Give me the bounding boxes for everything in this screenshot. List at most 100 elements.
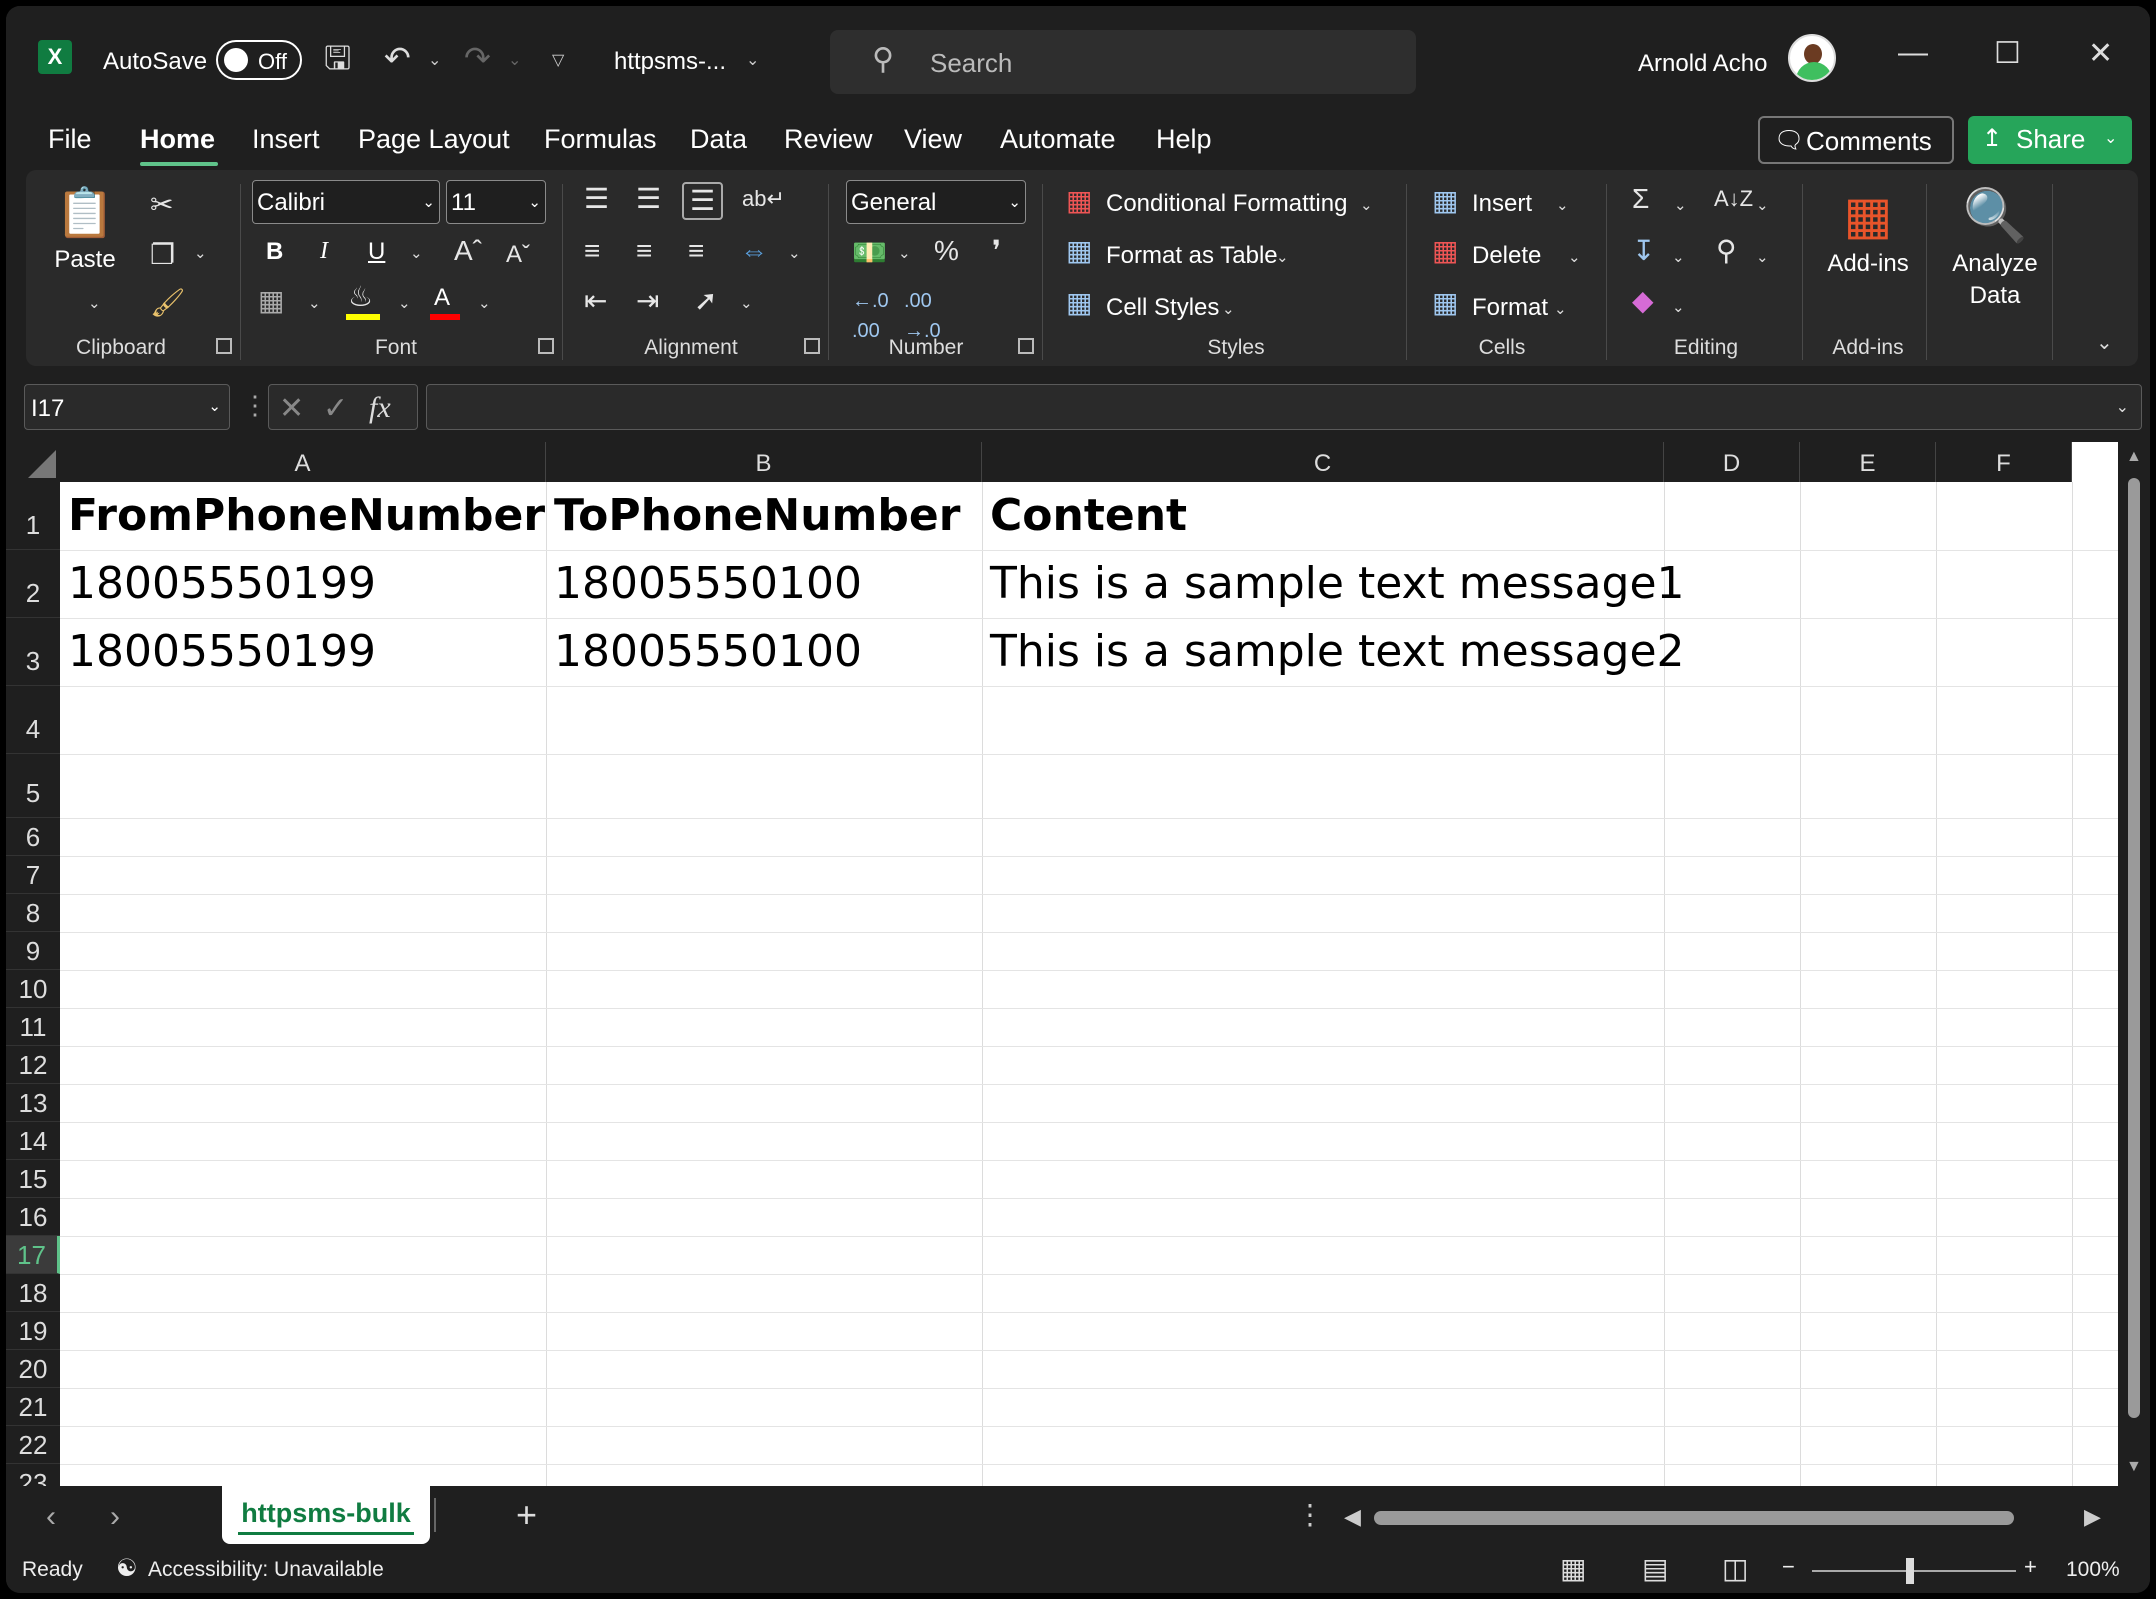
save-icon[interactable]: 🖫 <box>324 40 351 76</box>
sort-filter-dropdown-icon[interactable]: ⌄ <box>1756 196 1769 214</box>
align-center-icon[interactable]: ≡ <box>636 236 652 266</box>
find-select-icon[interactable]: ⚲ <box>1716 235 1737 266</box>
row-header-1[interactable]: 1 <box>6 482 60 550</box>
cell-c2[interactable]: This is a sample text message1 <box>990 558 1685 609</box>
row-header-4[interactable]: 4 <box>6 686 60 754</box>
cell-a1[interactable]: FromPhoneNumber <box>68 490 545 541</box>
cell-styles-dropdown-icon[interactable]: ⌄ <box>1222 300 1235 318</box>
column-header-d[interactable]: D <box>1664 442 1800 482</box>
row-header-23[interactable]: 23 <box>6 1464 60 1486</box>
add-sheet-icon[interactable]: + <box>516 1494 537 1536</box>
tab-home[interactable]: Home <box>140 124 215 155</box>
customize-qat-icon[interactable]: ▽ <box>552 50 564 70</box>
row-header-15[interactable]: 15 <box>6 1160 60 1198</box>
tab-view[interactable]: View <box>904 124 962 155</box>
font-launcher-icon[interactable] <box>538 338 554 354</box>
orientation-icon[interactable]: ➚ <box>694 286 717 316</box>
undo-icon[interactable]: ↶ <box>384 40 411 76</box>
vertical-scroll-thumb[interactable] <box>2128 478 2140 1418</box>
select-all-corner[interactable] <box>6 442 60 482</box>
row-header-5[interactable]: 5 <box>6 754 60 818</box>
cell-area[interactable]: FromPhoneNumber ToPhoneNumber Content 18… <box>60 482 2118 1486</box>
clear-dropdown-icon[interactable]: ⌄ <box>1672 298 1685 316</box>
cell-b3[interactable]: 18005550100 <box>554 626 862 677</box>
tab-help[interactable]: Help <box>1156 124 1212 155</box>
conditional-formatting-button[interactable]: Conditional Formatting <box>1106 190 1347 218</box>
column-header-b[interactable]: B <box>546 442 982 482</box>
delete-cells-button[interactable]: Delete <box>1472 242 1541 270</box>
format-as-table-dropdown-icon[interactable]: ⌄ <box>1276 248 1289 266</box>
filename-dropdown-icon[interactable]: ⌄ <box>746 50 759 70</box>
row-header-2[interactable]: 2 <box>6 550 60 618</box>
conditional-formatting-dropdown-icon[interactable]: ⌄ <box>1360 196 1373 214</box>
format-painter-icon[interactable]: 🖌 <box>150 288 186 318</box>
undo-dropdown-icon[interactable]: ⌄ <box>428 50 441 70</box>
fill-color-icon[interactable]: ♨ <box>348 282 373 312</box>
delete-dropdown-icon[interactable]: ⌄ <box>1568 248 1581 266</box>
vertical-scrollbar[interactable]: ▲ ▼ <box>2118 442 2150 1486</box>
format-cells-button[interactable]: Format <box>1472 294 1548 322</box>
borders-dropdown-icon[interactable]: ⌄ <box>308 294 321 312</box>
scroll-up-icon[interactable]: ▲ <box>2126 448 2142 466</box>
user-name[interactable]: Arnold Acho <box>1638 50 1767 78</box>
accounting-format-icon[interactable]: 💵 <box>852 238 887 268</box>
align-left-icon[interactable]: ≡ <box>584 236 600 266</box>
format-as-table-button[interactable]: Format as Table <box>1106 242 1278 270</box>
align-right-icon[interactable]: ≡ <box>688 236 704 266</box>
enter-icon[interactable]: ✓ <box>323 391 348 426</box>
row-header-3[interactable]: 3 <box>6 618 60 686</box>
add-ins-button[interactable]: ▦ Add-ins <box>1820 184 1916 294</box>
accessibility-status[interactable]: Accessibility: Unavailable <box>148 1558 384 1582</box>
zoom-in-icon[interactable]: + <box>2024 1554 2037 1580</box>
cell-b2[interactable]: 18005550100 <box>554 558 862 609</box>
horizontal-scroll-thumb[interactable] <box>1374 1511 2014 1525</box>
cell-a2[interactable]: 18005550199 <box>68 558 376 609</box>
merge-dropdown-icon[interactable]: ⌄ <box>788 244 801 262</box>
column-header-e[interactable]: E <box>1800 442 1936 482</box>
accounting-dropdown-icon[interactable]: ⌄ <box>898 244 911 262</box>
name-box[interactable]: I17 ⌄ <box>24 384 230 430</box>
expand-formula-icon[interactable]: ⌄ <box>2116 397 2129 417</box>
cell-c3[interactable]: This is a sample text message2 <box>990 626 1685 677</box>
row-header-16[interactable]: 16 <box>6 1198 60 1236</box>
increase-indent-icon[interactable]: ⇥ <box>636 286 659 316</box>
format-dropdown-icon[interactable]: ⌄ <box>1554 300 1567 318</box>
decrease-indent-icon[interactable]: ⇤ <box>584 286 607 316</box>
fill-color-dropdown-icon[interactable]: ⌄ <box>398 294 411 312</box>
font-name-select[interactable]: Calibri ⌄ <box>252 180 440 224</box>
tab-formulas[interactable]: Formulas <box>544 124 657 155</box>
zoom-slider[interactable] <box>1812 1570 2016 1572</box>
insert-function-icon[interactable]: fx <box>369 391 391 425</box>
row-header-21[interactable]: 21 <box>6 1388 60 1426</box>
paste-button[interactable]: 📋 Paste <box>46 184 124 284</box>
row-header-7[interactable]: 7 <box>6 856 60 894</box>
maximize-icon[interactable]: ☐ <box>1994 36 2021 71</box>
normal-view-icon[interactable]: ▦ <box>1560 1552 1586 1585</box>
sort-filter-icon[interactable]: A↓Z <box>1714 184 1753 214</box>
autosum-dropdown-icon[interactable]: ⌄ <box>1674 196 1687 214</box>
number-launcher-icon[interactable] <box>1018 338 1034 354</box>
clipboard-launcher-icon[interactable] <box>216 338 232 354</box>
page-layout-view-icon[interactable]: ▤ <box>1642 1552 1668 1585</box>
column-header-c[interactable]: C <box>982 442 1664 482</box>
comma-style-icon[interactable]: ❜ <box>992 236 1001 266</box>
accessibility-icon[interactable]: ☯ <box>116 1554 138 1583</box>
redo-dropdown-icon[interactable]: ⌄ <box>508 50 521 70</box>
share-button[interactable]: ↥ Share ⌄ <box>1968 116 2132 164</box>
borders-icon[interactable]: ▦ <box>258 286 284 316</box>
zoom-out-icon[interactable]: − <box>1782 1554 1795 1580</box>
scroll-down-icon[interactable]: ▼ <box>2126 1458 2142 1476</box>
row-header-9[interactable]: 9 <box>6 932 60 970</box>
align-bottom-icon[interactable]: ☰ <box>682 182 724 220</box>
tab-file[interactable]: File <box>48 124 92 155</box>
column-header-f[interactable]: F <box>1936 442 2072 482</box>
row-header-22[interactable]: 22 <box>6 1426 60 1464</box>
cancel-icon[interactable]: ✕ <box>279 391 304 426</box>
cut-icon[interactable]: ✂ <box>150 190 173 220</box>
row-header-13[interactable]: 13 <box>6 1084 60 1122</box>
copy-dropdown-icon[interactable]: ⌄ <box>194 244 207 262</box>
tab-page-layout[interactable]: Page Layout <box>358 124 510 155</box>
row-header-20[interactable]: 20 <box>6 1350 60 1388</box>
row-header-8[interactable]: 8 <box>6 894 60 932</box>
cell-a3[interactable]: 18005550199 <box>68 626 376 677</box>
